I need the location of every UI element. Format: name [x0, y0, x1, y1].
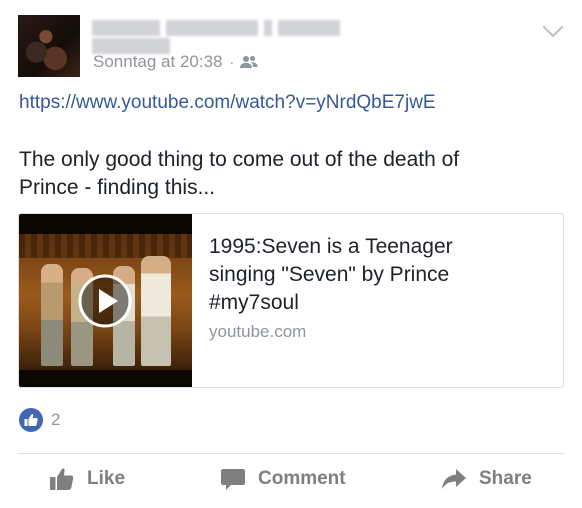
post-body-text: The only good thing to come out of the d…	[19, 146, 539, 202]
link-domain: youtube.com	[209, 322, 307, 341]
play-icon[interactable]	[78, 274, 132, 328]
post-link-url[interactable]: https://www.youtube.com/watch?v=yNrdQbE7…	[19, 92, 436, 114]
like-reaction-icon	[19, 408, 43, 432]
reaction-count[interactable]: 2	[51, 410, 60, 430]
post-author-name-redacted[interactable]	[92, 20, 422, 54]
video-thumbnail[interactable]	[19, 214, 192, 387]
share-arrow-icon	[442, 469, 466, 489]
share-label: Share	[479, 468, 532, 489]
link-title-line: 1995:Seven is a Teenager	[209, 235, 453, 258]
actions-divider	[18, 453, 564, 454]
post-author-avatar[interactable]	[18, 15, 80, 77]
like-button[interactable]: Like	[49, 466, 125, 492]
link-preview-card[interactable]: 1995:Seven is a Teenager singing "Seven"…	[18, 213, 564, 388]
post-text-line: The only good thing to come out of the d…	[19, 148, 460, 171]
thumbs-up-icon	[50, 468, 74, 490]
reactions-summary[interactable]: 2	[19, 408, 60, 432]
post-actions-bar: Like Comment Share	[0, 466, 582, 502]
post-timestamp[interactable]: Sonntag at 20:38	[93, 52, 223, 72]
link-title-line: #my7soul	[209, 291, 299, 314]
post-meta: Sonntag at 20:38 ·	[93, 52, 258, 72]
share-button[interactable]: Share	[441, 466, 532, 492]
comment-label: Comment	[258, 468, 346, 489]
comment-bubble-icon	[221, 469, 245, 490]
post-options-chevron-icon[interactable]	[542, 25, 564, 39]
comment-button[interactable]: Comment	[220, 466, 346, 492]
post-text-line: Prince - finding this...	[19, 176, 216, 199]
friends-icon[interactable]	[240, 54, 258, 70]
meta-separator: ·	[229, 54, 235, 70]
like-label: Like	[87, 468, 126, 489]
link-title-line: singing "Seven" by Prince	[209, 263, 450, 286]
link-title[interactable]: 1995:Seven is a Teenager singing "Seven"…	[209, 233, 549, 317]
